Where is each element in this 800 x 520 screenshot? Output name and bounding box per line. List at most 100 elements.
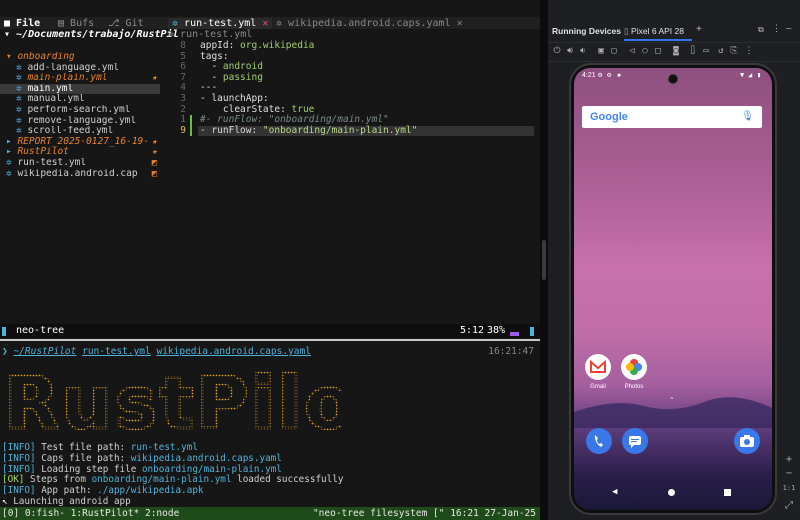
neo-tree-bufs-tab[interactable]: ▤ Bufs [58,18,94,29]
buffer-icon: ▤ [58,18,71,29]
zoom-out-icon[interactable]: − [782,468,796,479]
prompt-arg: run-test.yml [82,346,151,357]
device-toolbar: ⏻ 🔊︎ 🔉︎ ▣ ▢ ◁ ○ □ ◙ ⌷ ▭ ↺ ⎘ ⋮ [548,42,800,62]
screenshot-icon[interactable]: ◙ [671,46,681,56]
folder-open-icon: ▾ [4,29,17,40]
tree-item-folder[interactable]: ▾ onboarding [0,52,160,63]
tree-item[interactable]: ✲ wikipedia.android.cap ◩ [0,169,160,180]
google-logo: Google [590,111,628,123]
add-device-icon[interactable]: + [696,24,702,35]
line-number: 3 [180,93,186,104]
terminal-pane[interactable]: ■ File ▤ Bufs ⎇ Git ✲ run-test.yml ✕ ✲ w… [0,0,540,520]
minimize-icon[interactable]: – [786,24,791,34]
mic-icon[interactable]: 🎙︎ [741,111,754,122]
wifi-icon: ▼ [740,71,745,79]
settings-notif-icon: ⚙ [598,71,603,79]
statusline: neo-tree 5:12 38% [0,324,540,338]
panel-title: Running Devices [552,26,621,36]
close-icon[interactable]: ✕ [262,18,268,29]
tree-item[interactable]: ✲ add-language.yml [0,63,160,74]
gmail-icon[interactable] [585,354,611,380]
resize-grip[interactable] [542,240,546,280]
phone-screen[interactable]: 4:21 ⚙ ⚙ ▪ ▼ ◢ ▮ Google 🎙︎ Gmail Photos … [574,68,772,510]
more-icon[interactable]: ⋮ [744,46,754,56]
modified-star-icon: ★ [151,147,157,158]
camera-icon[interactable]: ⌷ [688,46,698,56]
prompt-arg: wikipedia.android.caps.yaml [156,346,311,357]
gear-icon: ✲ [16,94,28,105]
google-search-bar[interactable]: Google 🎙︎ [582,106,762,128]
tree-item[interactable]: ✲ manual.yml [0,94,160,105]
more-options-icon[interactable]: ⋮ [772,24,781,34]
settings-notif-icon: ⚙ [607,71,612,79]
gear-icon: ✲ [16,62,28,73]
folder-icon: ▸ [6,147,18,158]
folder-icon: ▸ [6,136,18,147]
rotate-left-icon[interactable]: ▣ [596,46,606,56]
nav-home-icon[interactable] [668,489,675,496]
tree-item[interactable]: ✲ main-plain.yml ★ [0,73,160,84]
volume-down-icon[interactable]: 🔉︎ [578,46,588,56]
actual-size-button[interactable]: 1:1 [782,484,796,492]
prompt-time: 16:21:47 [488,346,534,357]
buffer-tab-run-test[interactable]: ✲ run-test.yml ✕ [168,18,273,29]
snapshot-icon[interactable]: ⎘ [729,46,739,56]
fit-screen-icon[interactable]: ⤢ [782,500,796,511]
code-line-current[interactable]: - runFlow: "onboarding/main-plain.yml" [200,125,417,137]
back-icon[interactable]: ◁ [627,46,637,56]
volume-up-icon[interactable]: 🔊︎ [565,46,575,56]
tree-item-rustpilot[interactable]: ▸ RustPilot ★ [0,147,160,158]
panel-header: Running Devices ▯ Pixel 6 API 28 + ⧉ ⋮ – [548,20,800,42]
buffer-tab-caps[interactable]: ✲ wikipedia.android.caps.yaml ✕ [272,18,467,29]
cursor-position: 5:12 [460,325,485,336]
line-number-current: 9 [180,124,186,136]
modified-star-icon: ★ [151,73,157,84]
gear-icon: ✲ [16,105,28,115]
tree-item[interactable]: ✲ scroll-feed.yml [0,126,160,137]
power-icon[interactable]: ⏻ [552,46,562,56]
reset-icon[interactable]: ↺ [716,46,726,56]
tree-item[interactable]: ✲ perform-search.yml [0,105,160,116]
zoom-in-icon[interactable]: + [782,454,796,465]
neo-tree-git-tab[interactable]: ⎇ Git [108,18,144,29]
file-icon: ■ [4,18,17,29]
tmux-windows[interactable]: [0] 0:fish- 1:RustPilot* 2:node [0,508,179,519]
battery-icon: ▮ [757,71,762,79]
front-camera [668,74,678,84]
git-status-icon: ◩ [151,168,157,179]
right-toolbar: + − 1:1 ⤢ [778,60,800,520]
messages-icon[interactable] [622,428,648,454]
record-icon[interactable]: ▭ [701,46,711,56]
window-divider[interactable] [540,0,548,520]
phone-device-icon: ▯ [624,26,632,36]
gear-icon: ✲ [168,29,181,40]
device-tab[interactable]: ▯ Pixel 6 API 28 [624,26,684,37]
nav-back-icon[interactable]: ◀ [612,487,617,497]
tree-item[interactable]: ✲ run-test.yml ◩ [0,158,160,169]
panel-options-icon[interactable]: ⧉ [758,25,764,35]
tree-item-selected[interactable]: ✲ main.yml [0,83,160,95]
neo-tree-root[interactable]: ▾ ~/Documents/trabajo/RustPil [4,29,179,40]
gear-icon: ✲ [16,126,28,137]
tree-item[interactable]: ✲ remove-language.yml [0,116,160,127]
nav-overview-icon[interactable] [724,489,731,496]
prompt-arrow-icon: ❯ [2,346,14,357]
folder-open-icon: ▾ [6,52,18,62]
neo-tree-file-tab[interactable]: ■ File [4,18,40,29]
close-icon[interactable]: ✕ [457,18,463,29]
buffer-name-winbar: ✲ run-test.yml [168,29,253,40]
tree-item-report-folder[interactable]: ▸ REPORT_2025-0127_16-19- ★ [0,137,160,148]
home-icon[interactable]: ○ [640,46,650,56]
git-icon: ⎇ [108,18,126,29]
shell-prompt: ❯ ~/RustPilot run-test.yml wikipedia.and… [2,346,534,357]
overview-icon[interactable]: □ [653,46,663,56]
tmux-status-right: "neo-tree filesystem [" 16:21 27-Jan-25 [312,508,536,519]
camera-app-icon[interactable] [734,428,760,454]
rotate-right-icon[interactable]: ▢ [609,46,619,56]
gear-icon: ✲ [16,115,28,126]
photos-icon[interactable] [621,354,647,380]
pane-divider [0,339,540,341]
git-status-icon: ◩ [151,158,157,168]
phone-icon[interactable] [586,428,612,454]
git-added-gutter [190,115,192,137]
